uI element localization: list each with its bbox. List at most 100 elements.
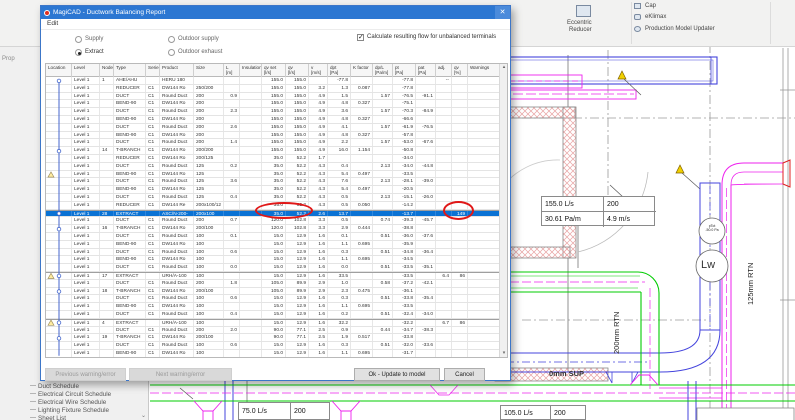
column-header[interactable]: Size bbox=[194, 64, 224, 77]
table-cell: 12.9 bbox=[286, 303, 309, 310]
table-cell: 0.51 bbox=[373, 311, 393, 318]
radio-outdoor-exhaust[interactable] bbox=[168, 49, 175, 56]
table-row[interactable]: Level 1DUCTC1Round Duct1000.115.012.91.6… bbox=[46, 233, 501, 241]
table-cell: DW144 Ro bbox=[160, 288, 194, 295]
table-row[interactable]: Level 1DUCTC1Round Duct2002.6155.0155.04… bbox=[46, 124, 501, 132]
table-cell: 89.9 bbox=[286, 280, 309, 287]
table-row-selected[interactable]: Level 128EXTRACTASC/N-200-200x10035.052.… bbox=[46, 210, 501, 218]
table-row[interactable]: Level 1BEND-90C1DW144 Ro12535.052.24.35.… bbox=[46, 186, 501, 194]
cancel-button[interactable]: Cancel bbox=[444, 368, 485, 381]
schedule-item[interactable]: Electrical Wire Schedule bbox=[30, 399, 106, 407]
bottom-right-box bbox=[697, 408, 794, 420]
table-cell: DW144 Ro bbox=[160, 225, 194, 232]
table-row[interactable]: Level 116T-BRANCHC1DW144 Ro200/100120.01… bbox=[46, 225, 501, 233]
dialog-titlebar[interactable]: MagiCAD - Ductwork Balancing Report ✕ bbox=[41, 6, 510, 19]
table-cell bbox=[468, 342, 501, 349]
column-header[interactable]: pt[Pa] bbox=[393, 64, 416, 77]
table-scrollbar[interactable]: ▴ ▾ bbox=[499, 64, 507, 357]
table-row[interactable]: Level 1BEND-90C1DW144 Ro10015.012.91.61.… bbox=[46, 350, 501, 358]
schedule-item[interactable]: Lighting Fixture Schedule bbox=[30, 407, 109, 415]
column-header[interactable]: Warnings bbox=[468, 64, 501, 77]
table-cell: AHE/AHU bbox=[114, 77, 146, 84]
table-row[interactable]: Level 1DUCTC1Round Duct1000.615.012.91.6… bbox=[46, 342, 501, 350]
table-row[interactable]: Level 14EXTRACTURH/A-10010015.012.91.632… bbox=[46, 319, 501, 327]
column-header[interactable]: Level bbox=[72, 64, 100, 77]
column-header[interactable]: qv[l/s] bbox=[286, 64, 309, 77]
collapse-arrow-icon[interactable]: ⌄ bbox=[141, 412, 146, 419]
table-row[interactable]: Level 1BEND-90C1DW144 Ro12535.052.24.35.… bbox=[46, 171, 501, 179]
radio-extract[interactable] bbox=[75, 49, 82, 56]
table-cell: 0.517 bbox=[351, 334, 373, 341]
column-header[interactable]: dpt[Pa] bbox=[328, 64, 351, 77]
riser-label-200: 200mm RTN bbox=[612, 312, 621, 354]
column-header[interactable]: Node bbox=[100, 64, 114, 77]
column-header[interactable]: dp/L[Pa/m] bbox=[373, 64, 393, 77]
column-header[interactable]: Location bbox=[46, 64, 72, 77]
table-row[interactable]: Level 1DUCTC1Round Duct2002.090.077.12.5… bbox=[46, 327, 501, 335]
table-row[interactable]: Level 1BEND-90C1DW144 Ro10015.012.91.61.… bbox=[46, 241, 501, 249]
table-cell: 155.0 bbox=[262, 100, 286, 107]
calc-flow-checkbox[interactable]: ✓ bbox=[357, 34, 364, 41]
previous-warning-button[interactable]: Previous warning/error bbox=[45, 368, 126, 381]
table-cell: 1.3 bbox=[328, 85, 351, 92]
column-header[interactable]: Product bbox=[160, 64, 194, 77]
table-row[interactable]: Level 1DUCTC1Round Duct2002.3155.0155.04… bbox=[46, 108, 501, 116]
schedule-item[interactable]: Electrical Circuit Schedule bbox=[30, 391, 111, 399]
scroll-down-icon[interactable]: ▾ bbox=[500, 350, 508, 356]
table-row[interactable]: Level 1DUCTC1Round Duct1250.235.052.24.3… bbox=[46, 163, 501, 171]
table-cell: 12.9 bbox=[286, 241, 309, 248]
table-row[interactable]: Level 1DUCTC1Round Duct1253.635.052.24.3… bbox=[46, 178, 501, 186]
table-row[interactable]: Level 1REDUCERC1DW144 Re200x100/1235.052… bbox=[46, 202, 501, 210]
column-header[interactable]: Series bbox=[146, 64, 160, 77]
table-cell: C1 bbox=[146, 163, 160, 170]
radio-outdoor-supply[interactable] bbox=[168, 36, 175, 43]
table-row[interactable]: Level 119T-BRANCHC1DW144 Ro200/10090.077… bbox=[46, 334, 501, 342]
table-row[interactable]: Level 117EXTRACTURH/A-10010015.012.91.63… bbox=[46, 272, 501, 280]
tree-branch-tick bbox=[30, 385, 36, 386]
next-warning-button[interactable]: Next warning/error bbox=[129, 368, 232, 381]
table-row[interactable]: Level 1BEND-90C1DW144 Ro200155.0155.04.9… bbox=[46, 116, 501, 124]
table-row[interactable]: Level 1BEND-90C1DW144 Ro200155.0155.04.9… bbox=[46, 132, 501, 140]
close-icon[interactable]: ✕ bbox=[495, 6, 510, 19]
table-row[interactable]: Level 1BEND-90C1DW144 Ro200155.0155.04.9… bbox=[46, 100, 501, 108]
table-row[interactable]: Level 1DUCTC1Round Duct2001.4155.0155.04… bbox=[46, 139, 501, 147]
table-row[interactable]: Level 1REDUCERC1DW144 Ro250/200155.0155.… bbox=[46, 85, 501, 93]
table-row[interactable]: Level 1REDUCERC1DW144 Ro200/12535.052.21… bbox=[46, 155, 501, 163]
ok-update-button[interactable]: Ok - Update to model bbox=[354, 368, 440, 381]
column-header[interactable]: qv set[l/s] bbox=[262, 64, 286, 77]
table-row[interactable]: Level 11AHE/AHUHERU 180155.0155.0-77.8-7… bbox=[46, 77, 501, 85]
column-header[interactable]: L[m] bbox=[224, 64, 240, 77]
scroll-up-icon[interactable]: ▴ bbox=[500, 64, 508, 70]
table-row[interactable]: Level 1DUCTC1Round Duct2001.8105.089.92.… bbox=[46, 280, 501, 288]
table-cell: 2.13 bbox=[373, 163, 393, 170]
schedule-item[interactable]: Duct Schedule bbox=[30, 383, 79, 391]
column-header[interactable]: Insulation bbox=[240, 64, 262, 77]
table-row[interactable]: Level 1DUCTC1Round Duct1250.435.052.24.3… bbox=[46, 194, 501, 202]
column-header[interactable]: Type bbox=[114, 64, 146, 77]
table-cell bbox=[452, 288, 468, 295]
column-header[interactable]: v[m/s] bbox=[309, 64, 328, 77]
table-row[interactable]: Level 1DUCTC1Round Duct1000.415.012.91.6… bbox=[46, 311, 501, 319]
table-cell bbox=[100, 217, 114, 224]
menu-edit[interactable]: Edit bbox=[47, 20, 58, 27]
schedule-item[interactable]: Sheet List bbox=[30, 415, 66, 420]
radio-supply[interactable] bbox=[75, 36, 82, 43]
table-row[interactable]: Level 118T-BRANCHC1DW144 Ro200/100105.08… bbox=[46, 288, 501, 296]
table-row[interactable]: Level 1DUCTC1Round Duct2000.9155.0155.04… bbox=[46, 93, 501, 101]
table-row[interactable]: Level 1DUCTC1Round Duct1000.615.012.91.6… bbox=[46, 249, 501, 257]
table-cell: 155.0 bbox=[286, 100, 309, 107]
column-header[interactable]: adj. bbox=[436, 64, 452, 77]
column-header[interactable]: qv[%] bbox=[452, 64, 468, 77]
table-cell: C1 bbox=[146, 233, 160, 240]
table-cell: 12.9 bbox=[286, 311, 309, 318]
table-row[interactable]: Level 1BEND-90C1DW144 Ro10015.012.91.61.… bbox=[46, 303, 501, 311]
column-header[interactable]: K factor bbox=[351, 64, 373, 77]
table-row[interactable]: Level 1DUCTC1Round Duct1000.615.012.91.6… bbox=[46, 295, 501, 303]
table-cell: 35.0 bbox=[262, 194, 286, 201]
column-header[interactable]: pat[Pa] bbox=[416, 64, 436, 77]
table-row[interactable]: Level 114T-BRANCHC1DW144 Ro200/200155.01… bbox=[46, 147, 501, 155]
table-row[interactable]: Level 1BEND-90C1DW144 Ro10015.012.91.61.… bbox=[46, 256, 501, 264]
table-row[interactable]: Level 1DUCTC1Round Duct1000.015.012.91.6… bbox=[46, 264, 501, 272]
table-row[interactable]: Level 1DUCTC1Round Duct2000.7120.0102.83… bbox=[46, 217, 501, 225]
table-cell: 0.475 bbox=[351, 288, 373, 295]
